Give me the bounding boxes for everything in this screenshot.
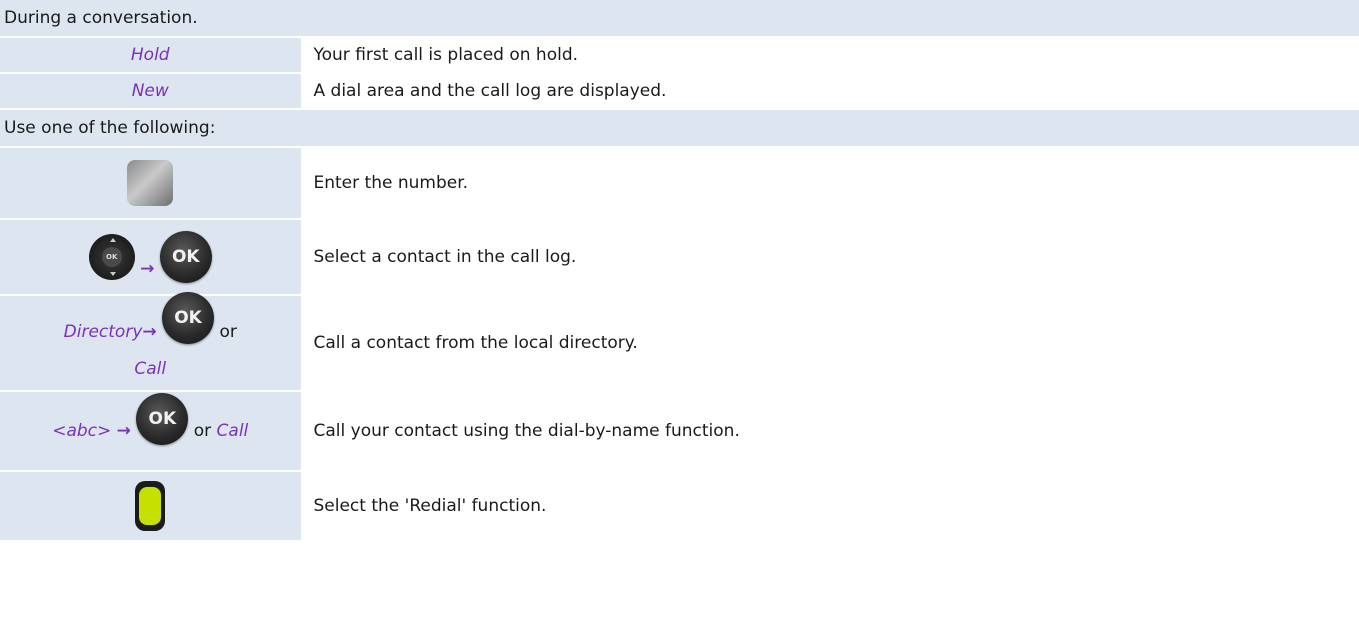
arrow-icon: →	[142, 322, 157, 342]
step-row: Select the 'Redial' function.	[0, 471, 1359, 542]
step-row: OK → OK Select a contact in the call log…	[0, 219, 1359, 296]
step-action: Hold	[0, 37, 302, 74]
redial-key-icon	[135, 481, 166, 531]
section-header: Use one of the following:	[0, 109, 1359, 148]
step-action: OK → OK	[0, 219, 302, 296]
step-action: New	[0, 73, 302, 110]
softkey-directory: Directory	[63, 322, 143, 342]
step-description: Call a contact from the local directory.	[301, 295, 1359, 392]
step-description: Call your contact using the dial-by-name…	[301, 391, 1359, 472]
arrow-icon: →	[116, 421, 131, 441]
step-row: Enter the number.	[0, 147, 1359, 220]
step-action	[0, 147, 302, 220]
step-action: <abc> → OK or Call	[0, 391, 302, 472]
instruction-table: During a conversation. Hold Your first c…	[0, 0, 1359, 542]
ok-button-icon: OK	[136, 393, 189, 445]
or-label: or	[193, 421, 212, 441]
section-header-text: Use one of the following:	[0, 109, 1359, 148]
softkey-new: New	[131, 81, 169, 101]
softkey-hold: Hold	[130, 45, 170, 65]
step-action: Directory→ OK or Call	[0, 292, 302, 392]
step-description: Your first call is placed on hold.	[301, 37, 1359, 74]
softkey-call: Call	[216, 421, 249, 441]
arrow-icon: →	[140, 259, 155, 279]
softkey-call: Call	[134, 359, 167, 379]
step-row: <abc> → OK or Call Call your contact usi…	[0, 391, 1359, 472]
or-label: or	[219, 322, 237, 342]
softkey-abc: <abc>	[52, 421, 112, 441]
keypad-icon	[127, 160, 174, 206]
section-header: During a conversation.	[0, 0, 1359, 38]
navigator-icon: OK	[88, 234, 135, 280]
step-description: A dial area and the call log are display…	[301, 73, 1359, 110]
step-description: Enter the number.	[301, 147, 1359, 220]
section-header-text: During a conversation.	[0, 0, 1359, 38]
step-action	[0, 471, 302, 542]
step-row: Directory→ OK or Call Call a contact fro…	[0, 292, 1359, 392]
ok-button-icon: OK	[159, 231, 212, 283]
step-row: Hold Your first call is placed on hold.	[0, 37, 1359, 74]
step-description: Select the 'Redial' function.	[301, 471, 1359, 542]
step-description: Select a contact in the call log.	[301, 219, 1359, 296]
step-row: New A dial area and the call log are dis…	[0, 73, 1359, 110]
ok-button-icon: OK	[162, 292, 215, 344]
